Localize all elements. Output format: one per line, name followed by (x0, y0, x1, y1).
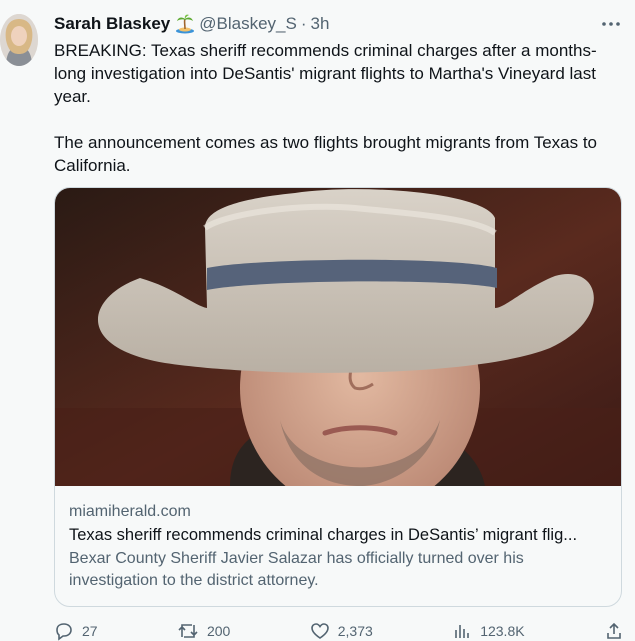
share-button[interactable] (604, 621, 624, 641)
retweet-count: 200 (206, 623, 231, 639)
tweet-text: BREAKING: Texas sheriff recommends crimi… (54, 39, 624, 177)
island-with-palm-tree-icon (175, 14, 195, 34)
like-button[interactable]: 2,373 (310, 621, 373, 641)
tweet-paragraph-1: BREAKING: Texas sheriff recommends crimi… (54, 41, 597, 106)
separator-dot: · (300, 14, 307, 33)
card-image (55, 188, 621, 513)
reply-icon (54, 621, 74, 641)
author-handle[interactable]: @Blaskey_S (199, 14, 297, 34)
like-count: 2,373 (337, 623, 373, 639)
card-title: Texas sheriff recommends criminal charge… (69, 526, 578, 544)
heart-icon (310, 621, 330, 641)
author-name[interactable]: Sarah Blaskey (54, 14, 170, 34)
tweet: Sarah Blaskey @Blaskey_S · 3h BREAKING: … (0, 0, 635, 641)
card-description: Bexar County Sheriff Javier Salazar has … (69, 550, 524, 589)
views-count: 123.8K (480, 623, 525, 639)
tweet-timestamp[interactable]: 3h (311, 14, 330, 34)
reply-button[interactable]: 27 (54, 621, 98, 641)
action-bar: 27 200 2,373 123.8K (54, 621, 624, 641)
views-icon (452, 621, 472, 641)
retweet-icon (177, 621, 199, 641)
reply-count: 27 (82, 623, 98, 639)
card-domain: miamiherald.com (69, 503, 191, 520)
share-icon (604, 621, 624, 641)
avatar[interactable] (0, 14, 38, 66)
card-body: miamiherald.com Texas sheriff recommends… (69, 501, 609, 592)
more-horizontal-icon[interactable] (598, 14, 624, 34)
views-button[interactable]: 123.8K (452, 621, 525, 641)
tweet-paragraph-2: The announcement comes as two flights br… (54, 133, 598, 175)
link-card[interactable]: miamiherald.com Texas sheriff recommends… (54, 187, 622, 607)
retweet-button[interactable]: 200 (177, 621, 230, 641)
tweet-header: Sarah Blaskey @Blaskey_S · 3h (54, 12, 329, 36)
